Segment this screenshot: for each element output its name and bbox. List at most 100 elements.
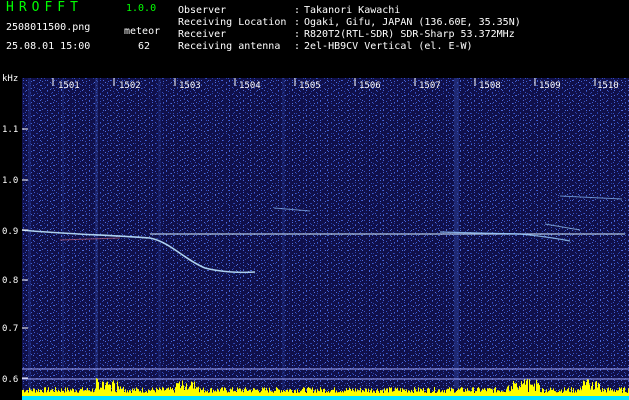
amplitude-bar xyxy=(101,387,102,396)
amplitude-bar xyxy=(120,386,121,396)
amplitude-bar xyxy=(445,392,446,396)
amplitude-bar xyxy=(254,396,255,400)
amplitude-bar xyxy=(384,396,385,400)
amplitude-bar xyxy=(75,391,76,396)
amplitude-bar xyxy=(355,388,356,396)
amplitude-bar xyxy=(99,396,100,400)
amplitude-bar xyxy=(427,388,428,396)
amplitude-bar xyxy=(442,396,443,400)
amplitude-bar xyxy=(220,389,221,396)
amplitude-bar xyxy=(185,396,186,400)
amplitude-bar xyxy=(319,396,320,400)
amplitude-bar xyxy=(338,392,339,396)
amplitude-bar xyxy=(30,396,31,400)
amplitude-bar xyxy=(301,390,302,396)
amplitude-bar xyxy=(576,392,577,396)
amplitude-bar xyxy=(485,389,486,396)
amplitude-bar xyxy=(447,396,448,400)
amplitude-bar xyxy=(363,390,364,396)
amplitude-bar xyxy=(231,389,232,396)
amplitude-bar xyxy=(470,396,471,400)
amplitude-bar xyxy=(513,396,514,400)
amplitude-bar xyxy=(518,396,519,400)
amplitude-bar xyxy=(317,389,318,396)
amplitude-bar xyxy=(240,388,241,396)
x-tick-label: 1504 xyxy=(239,81,261,91)
amplitude-bar xyxy=(424,396,425,400)
amplitude-bar xyxy=(352,396,353,400)
amplitude-bar xyxy=(164,390,165,396)
amplitude-bar xyxy=(366,396,367,400)
amplitude-bar xyxy=(152,387,153,396)
amplitude-bar xyxy=(373,396,374,400)
amplitude-bar xyxy=(185,386,186,396)
amplitude-bar xyxy=(354,396,355,400)
amplitude-bar xyxy=(427,396,428,400)
y-tick-label: 0.6 xyxy=(2,375,18,385)
amplitude-bar xyxy=(437,396,438,400)
amplitude-bar xyxy=(376,390,377,396)
amplitude-bar xyxy=(438,396,439,400)
amplitude-bar xyxy=(307,396,308,400)
amplitude-bar xyxy=(465,396,466,400)
amplitude-bar xyxy=(433,396,434,400)
amplitude-bar xyxy=(501,390,502,396)
amplitude-bar xyxy=(406,389,407,396)
amplitude-bar xyxy=(255,396,256,400)
amplitude-bar xyxy=(312,396,313,400)
amplitude-bar xyxy=(249,389,250,396)
amplitude-bar xyxy=(349,387,350,396)
y-tick-label: 0.9 xyxy=(2,227,18,237)
amplitude-bar xyxy=(441,391,442,396)
amplitude-bar xyxy=(233,391,234,396)
amplitude-bar xyxy=(572,392,573,396)
amplitude-bar xyxy=(442,390,443,396)
amplitude-bar xyxy=(554,396,555,400)
amplitude-bar xyxy=(400,388,401,396)
info-key: Receiver xyxy=(178,29,227,40)
amplitude-bar xyxy=(625,391,626,396)
amplitude-bar xyxy=(542,396,543,400)
amplitude-bar xyxy=(449,396,450,400)
amplitude-bar xyxy=(77,396,78,400)
amplitude-bar xyxy=(471,396,472,400)
amplitude-bar xyxy=(359,390,360,396)
y-tick-label: 0.8 xyxy=(2,276,18,286)
amplitude-bar xyxy=(159,396,160,400)
amplitude-bar xyxy=(423,387,424,396)
amplitude-bar xyxy=(469,396,470,400)
amplitude-bar xyxy=(551,396,552,400)
amplitude-bar xyxy=(180,388,181,396)
amplitude-bar xyxy=(609,396,610,400)
amplitude-bar xyxy=(73,396,74,400)
amplitude-bar xyxy=(400,396,401,400)
amplitude-bar xyxy=(392,391,393,396)
amplitude-bar xyxy=(486,391,487,396)
amplitude-bar xyxy=(508,385,509,396)
amplitude-bar xyxy=(545,391,546,396)
amplitude-bar xyxy=(265,396,266,400)
amplitude-bar xyxy=(169,396,170,400)
amplitude-bar xyxy=(170,387,171,396)
amplitude-bar xyxy=(585,396,586,400)
amplitude-bar xyxy=(79,390,80,396)
amplitude-bar xyxy=(264,396,265,400)
amplitude-bar xyxy=(519,385,520,396)
amplitude-bar xyxy=(574,396,575,400)
amplitude-bar xyxy=(308,387,309,396)
amplitude-bar xyxy=(173,390,174,396)
amplitude-bar xyxy=(471,391,472,396)
amplitude-bar xyxy=(70,396,71,400)
amplitude-bar xyxy=(154,396,155,400)
amplitude-bar xyxy=(72,396,73,400)
amplitude-bar xyxy=(390,396,391,400)
amplitude-bar xyxy=(595,382,596,396)
amplitude-bar xyxy=(470,391,471,396)
amplitude-bar xyxy=(567,389,568,396)
amplitude-bar xyxy=(284,396,285,400)
amplitude-bar xyxy=(396,388,397,396)
amplitude-bar xyxy=(434,396,435,400)
amplitude-bar xyxy=(536,396,537,400)
amplitude-bar xyxy=(474,392,475,396)
amplitude-bar xyxy=(52,396,53,400)
